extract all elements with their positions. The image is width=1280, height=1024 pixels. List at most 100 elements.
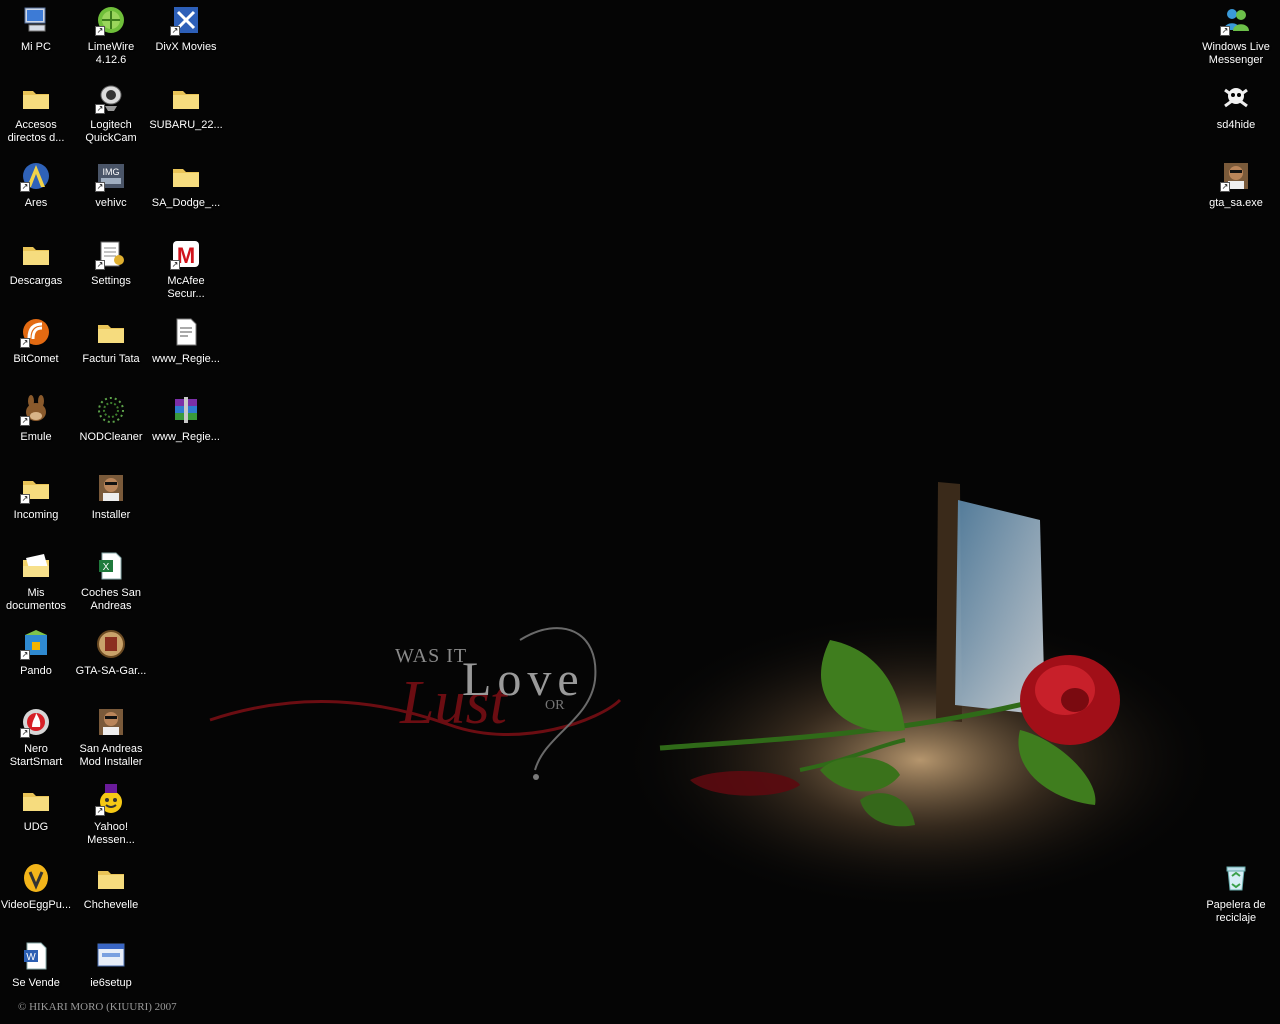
desktop-shortcut-label: VideoEggPu... bbox=[0, 899, 72, 911]
divx-icon: ↗ bbox=[170, 4, 202, 36]
desktop-shortcut-label: www_Regie... bbox=[152, 431, 220, 443]
desktop-shortcut-label: Accesos directos d... bbox=[7, 119, 65, 144]
desktop-shortcut[interactable]: VideoEggPu... bbox=[0, 860, 74, 932]
desktop-shortcut-label: Incoming bbox=[13, 509, 59, 521]
desktop-shortcut[interactable]: ie6setup bbox=[73, 938, 149, 1010]
desktop-shortcut-label: Ares bbox=[24, 197, 48, 209]
desktop-shortcut[interactable]: ↗ Incoming bbox=[0, 470, 74, 542]
desktop-shortcut[interactable]: ↗ Nero StartSmart bbox=[0, 704, 74, 776]
desktop-shortcut-label: NODCleaner bbox=[79, 431, 143, 443]
shortcut-arrow-icon: ↗ bbox=[95, 806, 105, 816]
ares-icon: ↗ bbox=[20, 160, 52, 192]
desktop-shortcut[interactable]: IMG ↗ vehivc bbox=[73, 158, 149, 230]
desktop-shortcut[interactable]: ↗ gta_sa.exe bbox=[1198, 158, 1274, 230]
folder-icon bbox=[170, 82, 202, 114]
desktop-shortcut-label: SA_Dodge_... bbox=[151, 197, 221, 209]
desktop-shortcut[interactable]: X Coches San Andreas bbox=[73, 548, 149, 620]
desktop-shortcut[interactable]: Papelera de reciclaje bbox=[1198, 860, 1274, 932]
desktop-shortcut-label: Nero StartSmart bbox=[9, 743, 63, 768]
desktop-shortcut[interactable]: Installer bbox=[73, 470, 149, 542]
shortcut-arrow-icon: ↗ bbox=[95, 104, 105, 114]
desktop-shortcut[interactable]: San Andreas Mod Installer bbox=[73, 704, 149, 776]
desktop-shortcut-label: Coches San Andreas bbox=[81, 587, 141, 612]
word-document-icon: W bbox=[20, 940, 52, 972]
my-documents-icon bbox=[20, 550, 52, 582]
desktop-shortcut-label: Se Vende bbox=[12, 977, 60, 989]
folder-icon bbox=[95, 862, 127, 894]
desktop-shortcut[interactable]: Accesos directos d... bbox=[0, 80, 74, 152]
desktop-shortcut[interactable]: W Se Vende bbox=[0, 938, 74, 1010]
desktop-shortcut[interactable]: sd4hide bbox=[1198, 80, 1274, 152]
shortcut-arrow-icon: ↗ bbox=[95, 260, 105, 270]
yahoo-messenger-icon: ↗ bbox=[95, 784, 127, 816]
desktop-shortcut[interactable]: ↗ Yahoo! Messen... bbox=[73, 782, 149, 854]
folder-icon bbox=[20, 238, 52, 270]
desktop-shortcut[interactable]: ↗ Logitech QuickCam bbox=[73, 80, 149, 152]
desktop-shortcut-label: BitComet bbox=[13, 353, 59, 365]
desktop-shortcut[interactable]: SA_Dodge_... bbox=[148, 158, 224, 230]
desktop-shortcut-label: Settings bbox=[91, 275, 131, 287]
wallpaper-tagline: WAS IT bbox=[395, 645, 468, 667]
desktop-shortcut[interactable]: www_Regie... bbox=[148, 314, 224, 386]
desktop-shortcut[interactable]: Descargas bbox=[0, 236, 74, 308]
desktop-shortcut[interactable]: Facturi Tata bbox=[73, 314, 149, 386]
gta-garage-icon bbox=[95, 628, 127, 660]
desktop-wallpaper bbox=[0, 0, 1280, 1024]
mcafee-icon: M ↗ bbox=[170, 238, 202, 270]
folder-icon: ↗ bbox=[20, 472, 52, 504]
desktop-shortcut-label: Facturi Tata bbox=[82, 353, 140, 365]
desktop-shortcut[interactable]: ↗ Ares bbox=[0, 158, 74, 230]
desktop-shortcut-label: Windows Live Messenger bbox=[1202, 41, 1270, 66]
desktop-shortcut-label: UDG bbox=[23, 821, 49, 833]
desktop-shortcut-label: DivX Movies bbox=[155, 41, 217, 53]
excel-document-icon: X bbox=[95, 550, 127, 582]
limewire-icon: ↗ bbox=[95, 4, 127, 36]
shortcut-arrow-icon: ↗ bbox=[95, 182, 105, 192]
desktop-shortcut[interactable]: Chchevelle bbox=[73, 860, 149, 932]
desktop-shortcut[interactable]: UDG bbox=[0, 782, 74, 854]
my-computer-icon bbox=[20, 4, 52, 36]
emule-icon: ↗ bbox=[20, 394, 52, 426]
shortcut-arrow-icon: ↗ bbox=[170, 26, 180, 36]
desktop-shortcut[interactable]: ↗ Pando bbox=[0, 626, 74, 698]
gta-character-icon bbox=[95, 472, 127, 504]
nodcleaner-icon bbox=[95, 394, 127, 426]
svg-text:W: W bbox=[26, 952, 36, 963]
folder-icon bbox=[95, 316, 127, 348]
shortcut-arrow-icon: ↗ bbox=[20, 650, 30, 660]
desktop-shortcut-label: Descargas bbox=[9, 275, 63, 287]
desktop-shortcut[interactable]: ↗ LimeWire 4.12.6 bbox=[73, 2, 149, 74]
desktop-shortcut[interactable]: ↗ DivX Movies bbox=[148, 2, 224, 74]
shortcut-arrow-icon: ↗ bbox=[20, 728, 30, 738]
gta-character-icon bbox=[95, 706, 127, 738]
desktop-shortcut-label: Papelera de reciclaje bbox=[1206, 899, 1266, 924]
desktop-shortcut[interactable]: M ↗ McAfee Secur... bbox=[148, 236, 224, 308]
folder-icon bbox=[170, 160, 202, 192]
folder-icon bbox=[20, 784, 52, 816]
shortcut-arrow-icon: ↗ bbox=[95, 26, 105, 36]
desktop-shortcut[interactable]: ↗ Settings bbox=[73, 236, 149, 308]
img-tool-icon: IMG ↗ bbox=[95, 160, 127, 192]
desktop-shortcut-label: www_Regie... bbox=[152, 353, 220, 365]
recycle-bin-icon bbox=[1220, 862, 1252, 894]
desktop-shortcut[interactable]: www_Regie... bbox=[148, 392, 224, 464]
desktop-shortcut[interactable]: GTA-SA-Gar... bbox=[73, 626, 149, 698]
folder-icon bbox=[20, 82, 52, 114]
desktop-shortcut[interactable]: SUBARU_22... bbox=[148, 80, 224, 152]
desktop-shortcut[interactable]: Mis documentos bbox=[0, 548, 74, 620]
shortcut-arrow-icon: ↗ bbox=[1220, 26, 1230, 36]
desktop-shortcut-label: LimeWire 4.12.6 bbox=[87, 41, 135, 66]
desktop-shortcut-label: Mi PC bbox=[21, 41, 51, 53]
shortcut-arrow-icon: ↗ bbox=[20, 494, 30, 504]
desktop-shortcut[interactable]: Mi PC bbox=[0, 2, 74, 74]
desktop-shortcut[interactable]: ↗ BitComet bbox=[0, 314, 74, 386]
webcam-icon: ↗ bbox=[95, 82, 127, 114]
desktop-shortcut[interactable]: ↗ Emule bbox=[0, 392, 74, 464]
desktop-shortcut-label: Logitech QuickCam bbox=[85, 119, 137, 144]
desktop-shortcut[interactable]: ↗ Windows Live Messenger bbox=[1198, 2, 1274, 74]
desktop-shortcut[interactable]: NODCleaner bbox=[73, 392, 149, 464]
shortcut-arrow-icon: ↗ bbox=[20, 416, 30, 426]
desktop-shortcut-label: Installer bbox=[91, 509, 131, 521]
wallpaper-word-love: Love bbox=[462, 653, 585, 706]
shortcut-arrow-icon: ↗ bbox=[170, 260, 180, 270]
